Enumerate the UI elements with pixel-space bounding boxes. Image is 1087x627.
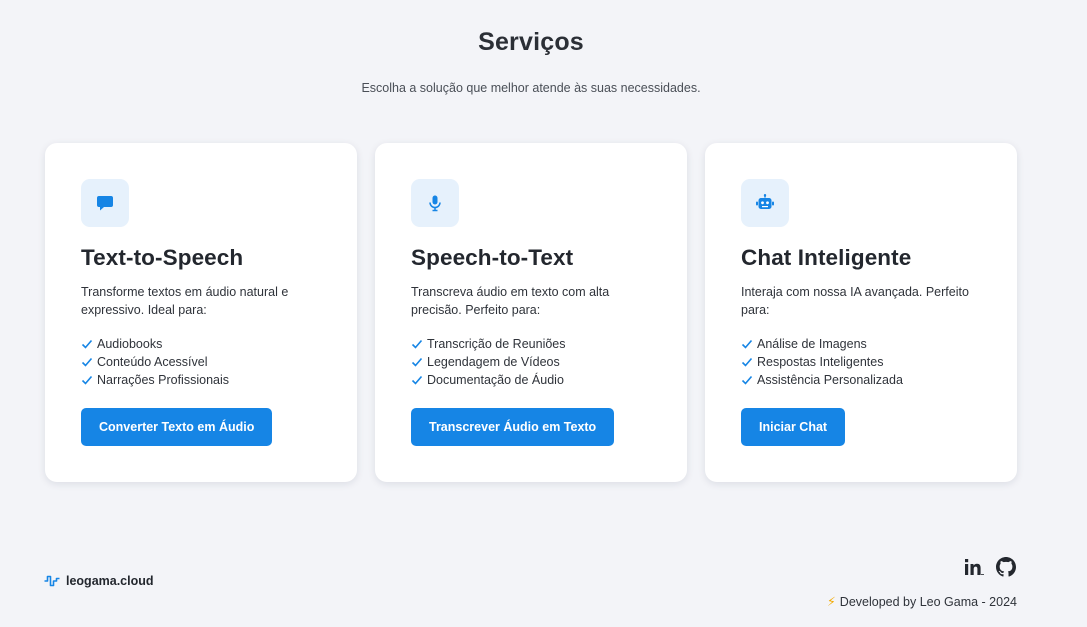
check-icon bbox=[411, 339, 423, 349]
list-item: Análise de Imagens bbox=[741, 335, 981, 353]
feature-list: Transcrição de Reuniões Legendagem de Ví… bbox=[411, 335, 651, 389]
check-icon bbox=[741, 375, 753, 385]
card-description: Transforme textos em áudio natural e exp… bbox=[81, 285, 289, 317]
service-card-speech-to-text: Speech-to-Text Transcreva áudio em texto… bbox=[375, 143, 687, 482]
check-icon bbox=[411, 357, 423, 367]
transcribe-audio-button[interactable]: Transcrever Áudio em Texto bbox=[411, 408, 615, 446]
card-title: Text-to-Speech bbox=[81, 245, 244, 270]
card-description: Interaja com nossa IA avançada. Perfeito… bbox=[741, 285, 969, 317]
list-item: Respostas Inteligentes bbox=[741, 353, 981, 371]
microphone-icon bbox=[411, 179, 459, 227]
check-icon bbox=[411, 375, 423, 385]
check-icon bbox=[81, 339, 93, 349]
brand-name: leogama.cloud bbox=[66, 574, 154, 588]
card-description: Transcreva áudio em texto com alta preci… bbox=[411, 285, 610, 317]
services-header: Serviços Escolha a solução que melhor at… bbox=[0, 28, 1062, 95]
page-subtitle: Escolha a solução que melhor atende às s… bbox=[361, 81, 701, 95]
waveform-icon bbox=[44, 575, 60, 587]
social-links bbox=[964, 557, 1016, 577]
feature-list: Audiobooks Conteúdo Acessível Narrações … bbox=[81, 335, 321, 389]
list-item: Legendagem de Vídeos bbox=[411, 353, 651, 371]
check-icon bbox=[741, 357, 753, 367]
credit-text: Developed by Leo Gama - 2024 bbox=[839, 595, 1017, 609]
github-icon[interactable] bbox=[996, 557, 1016, 577]
list-item: Assistência Personalizada bbox=[741, 371, 981, 389]
list-item: Narrações Profissionais bbox=[81, 371, 321, 389]
check-icon bbox=[741, 339, 753, 349]
brand-logo-link[interactable]: leogama.cloud bbox=[44, 574, 154, 588]
check-icon bbox=[81, 357, 93, 367]
convert-text-to-audio-button[interactable]: Converter Texto em Áudio bbox=[81, 408, 273, 446]
start-chat-button[interactable]: Iniciar Chat bbox=[741, 408, 846, 446]
chat-bubble-icon bbox=[81, 179, 129, 227]
check-icon bbox=[81, 375, 93, 385]
list-item: Transcrição de Reuniões bbox=[411, 335, 651, 353]
list-item: Documentação de Áudio bbox=[411, 371, 651, 389]
list-item: Audiobooks bbox=[81, 335, 321, 353]
card-title: Chat Inteligente bbox=[741, 245, 912, 270]
service-card-chat: Chat Inteligente Interaja com nossa IA a… bbox=[705, 143, 1017, 482]
service-card-text-to-speech: Text-to-Speech Transforme textos em áudi… bbox=[45, 143, 357, 482]
lightning-icon: ⚡ bbox=[827, 595, 836, 609]
robot-icon bbox=[741, 179, 789, 227]
footer-credit: ⚡ Developed by Leo Gama - 2024 bbox=[827, 594, 1017, 609]
card-title: Speech-to-Text bbox=[411, 245, 574, 270]
feature-list: Análise de Imagens Respostas Inteligente… bbox=[741, 335, 981, 389]
services-cards: Text-to-Speech Transforme textos em áudi… bbox=[45, 143, 1017, 482]
linkedin-icon[interactable] bbox=[964, 557, 984, 577]
page-title: Serviços bbox=[478, 28, 584, 56]
list-item: Conteúdo Acessível bbox=[81, 353, 321, 371]
